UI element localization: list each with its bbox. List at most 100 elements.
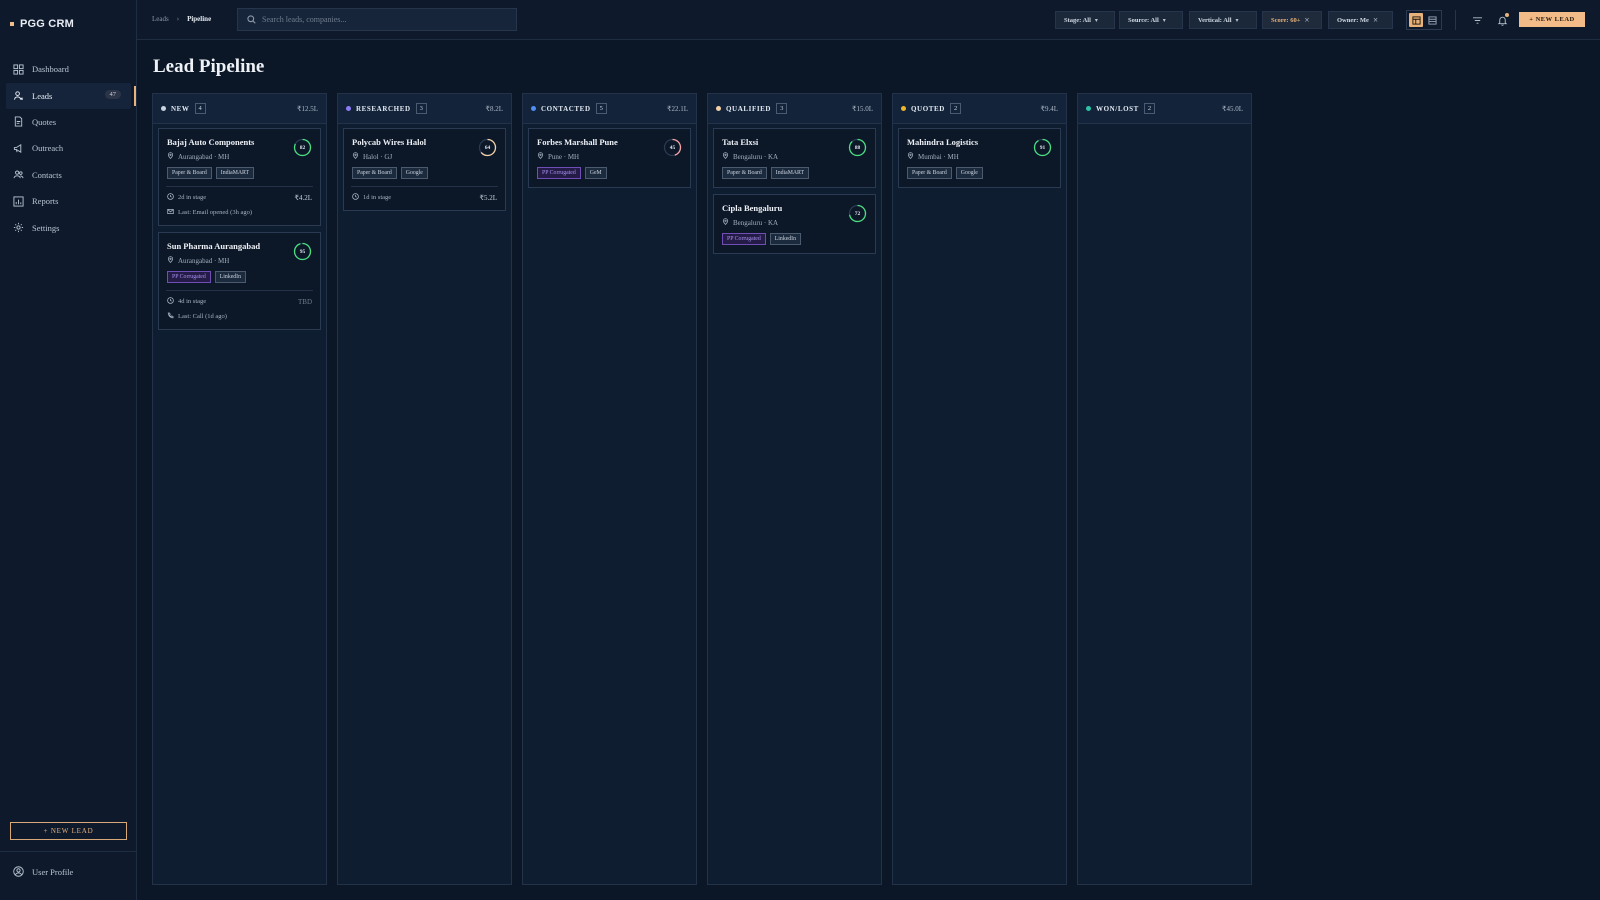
search-box[interactable] — [237, 8, 517, 31]
sidebar-item-dashboard[interactable]: Dashboard — [0, 56, 137, 82]
tag: IndiaMART — [215, 167, 255, 179]
lead-card[interactable]: Bajaj Auto Components Aurangabad · MH Pape… — [158, 128, 321, 226]
tag: Google — [400, 167, 428, 179]
sidebar-item-label: Dashboard — [32, 64, 69, 74]
stage-time: 1d in stage ₹5.2L — [352, 193, 497, 202]
lead-card[interactable]: Tata Elxsi Bengaluru · KA Paper & Board Ind… — [713, 128, 876, 188]
lead-score-ring: 64 — [478, 138, 497, 157]
column-total-value: ₹12.5L — [297, 104, 318, 113]
tag: Paper & Board — [907, 167, 952, 179]
tag: PP Corrugated — [167, 271, 211, 283]
lead-card[interactable]: Forbes Marshall Pune Pune · MH PP Corrugat… — [528, 128, 691, 188]
list-view-button[interactable] — [1425, 13, 1439, 27]
clock-icon — [167, 193, 174, 202]
sidebar-item-reports[interactable]: Reports — [0, 188, 137, 214]
pipeline-column-won-lost: WON/LOST 2 ₹45.0L — [1077, 93, 1252, 885]
column-count-badge: 3 — [415, 103, 427, 114]
notifications-button[interactable] — [1495, 13, 1509, 27]
column-title: CONTACTED — [541, 104, 591, 113]
lead-card[interactable]: Sun Pharma Aurangabad Aurangabad · MH PP C… — [158, 232, 321, 330]
column-total-value: ₹15.0L — [852, 104, 873, 113]
app-logo[interactable]: PGG CRM — [10, 18, 74, 30]
card-list: Bajaj Auto Components Aurangabad · MH Pape… — [153, 124, 326, 340]
lead-card[interactable]: Polycab Wires Halol Halol · GJ Paper & Boa… — [343, 128, 506, 211]
stage-time: 4d in stage TBD — [167, 297, 312, 306]
divider — [1455, 10, 1456, 30]
chevron-down-icon: ▾ — [1235, 17, 1239, 24]
lead-location: Halol · GJ — [352, 152, 497, 161]
card-list: Polycab Wires Halol Halol · GJ Paper & Boa… — [338, 124, 511, 221]
user-profile-link[interactable]: User Profile — [13, 866, 73, 877]
location-pin-icon — [167, 256, 174, 265]
column-header: QUOTED 2 ₹9.4L — [893, 94, 1066, 124]
tag: PP Corrugated — [722, 233, 766, 245]
column-title: RESEARCHED — [356, 104, 411, 113]
top-new-lead-button[interactable]: + NEW LEAD — [1519, 12, 1585, 27]
lead-score-ring: 72 — [848, 204, 867, 223]
close-icon[interactable]: × — [1373, 15, 1378, 25]
lead-card[interactable]: Mahindra Logistics Mumbai · MH Paper & Boa… — [898, 128, 1061, 188]
stage-dot-icon — [161, 106, 166, 111]
lead-score-value: 88 — [854, 144, 861, 151]
breadcrumb-leads[interactable]: Leads — [152, 15, 169, 23]
sidebar-item-outreach[interactable]: Outreach — [0, 135, 137, 161]
filter-score[interactable]: Score: 60+ × — [1262, 11, 1322, 29]
clock-icon — [352, 193, 359, 202]
view-toggle — [1406, 10, 1442, 30]
sidebar-item-settings[interactable]: Settings — [0, 215, 137, 241]
lead-location: Mumbai · MH — [907, 152, 1052, 161]
filter-vertical[interactable]: Vertical: All ▾ — [1189, 11, 1257, 29]
sidebar-item-label: Reports — [32, 196, 59, 206]
lead-location-text: Aurangabad · MH — [178, 256, 230, 265]
stage-dot-icon — [901, 106, 906, 111]
list-view-icon — [1427, 15, 1437, 25]
lead-card[interactable]: Cipla Bengaluru Bengaluru · KA PP Corrugat… — [713, 194, 876, 254]
reports-icon — [13, 195, 24, 207]
tag: LinkedIn — [769, 233, 802, 245]
filter-label: Vertical: All — [1198, 16, 1232, 24]
column-header: WON/LOST 2 ₹45.0L — [1078, 94, 1251, 124]
sidebar-new-lead-button[interactable]: + NEW LEAD — [10, 822, 127, 840]
board-view-button[interactable] — [1409, 13, 1423, 27]
lead-tags: PP Corrugated LinkedIn — [167, 271, 312, 283]
last-activity: Last: Email opened (3h ago) — [167, 208, 312, 217]
column-title: QUOTED — [911, 104, 945, 113]
location-pin-icon — [352, 152, 359, 161]
notification-dot — [1505, 13, 1509, 17]
column-count-badge: 5 — [595, 103, 607, 114]
stage-time-text: 4d in stage — [178, 298, 207, 305]
column-title: QUALIFIED — [726, 104, 772, 113]
lead-location: Bengaluru · KA — [722, 218, 867, 227]
deal-value: ₹4.2L — [294, 193, 312, 202]
filter-menu-button[interactable] — [1470, 13, 1484, 27]
close-icon[interactable]: × — [1304, 15, 1309, 25]
column-header: RESEARCHED 3 ₹8.2L — [338, 94, 511, 124]
sidebar-item-leads[interactable]: Leads 47 — [6, 82, 136, 109]
sidebar: PGG CRM Dashboard Leads 47 Quotes Outreach Co… — [0, 0, 137, 900]
mail-icon — [167, 208, 174, 217]
sidebar-item-label: Quotes — [32, 116, 57, 127]
column-title: WON/LOST — [1096, 104, 1139, 113]
sidebar-item-quotes[interactable]: Quotes — [0, 109, 137, 135]
chevron-down-icon: ▾ — [1162, 17, 1166, 24]
sidebar-nav: Dashboard Leads 47 Quotes Outreach Contacts Re… — [0, 56, 137, 241]
sidebar-item-label: Leads — [32, 90, 53, 101]
lead-tags: Paper & Board Google — [352, 167, 497, 179]
column-count-badge: 2 — [949, 103, 962, 114]
filter-owner[interactable]: Owner: Me × — [1328, 11, 1393, 29]
lead-location: Aurangabad · MH — [167, 256, 312, 265]
sidebar-item-contacts[interactable]: Contacts — [0, 162, 137, 188]
lead-location-text: Aurangabad · MH — [178, 152, 230, 161]
megaphone-icon — [13, 143, 24, 154]
contacts-icon — [13, 169, 24, 180]
card-list — [1078, 124, 1251, 132]
lead-name: Mahindra Logistics — [907, 137, 979, 147]
filter-source[interactable]: Source: All ▾ — [1119, 11, 1183, 29]
column-header: QUALIFIED 3 ₹15.0L — [708, 94, 881, 124]
deal-value: ₹5.2L — [479, 193, 497, 202]
stage-time: 2d in stage ₹4.2L — [167, 193, 312, 202]
search-input[interactable] — [262, 15, 502, 24]
page-title: Lead Pipeline — [153, 56, 265, 77]
lead-score-ring: 95 — [293, 242, 312, 261]
filter-stage[interactable]: Stage: All ▾ — [1055, 11, 1115, 29]
